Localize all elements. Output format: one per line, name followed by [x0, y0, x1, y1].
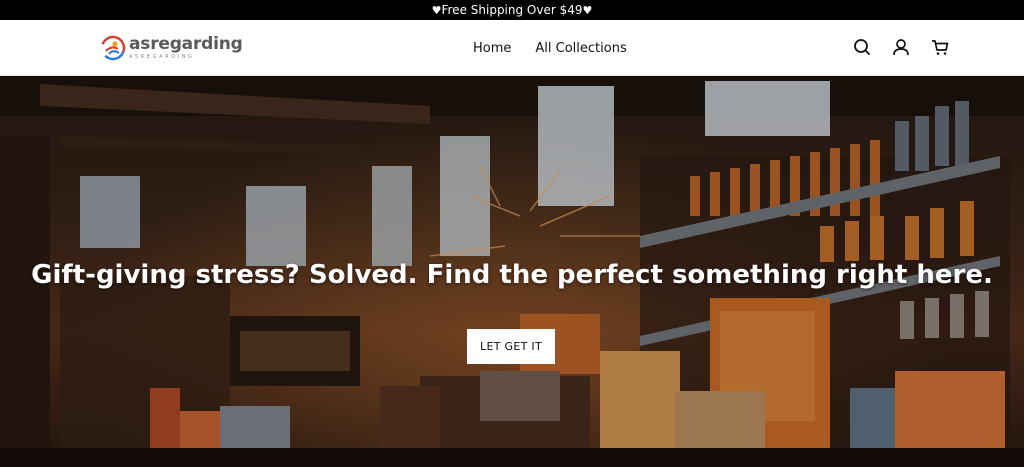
main-nav: Home All Collections	[473, 20, 651, 76]
announcement-text: Free Shipping Over $49	[441, 3, 583, 17]
hero-cta-button[interactable]: LET GET IT	[467, 329, 555, 364]
heart-icon: ♥	[582, 4, 593, 17]
search-icon[interactable]	[852, 37, 872, 57]
announcement-bar: ♥Free Shipping Over $49♥	[0, 0, 1024, 20]
site-header: asregarding ASREGARDING Home All Collect…	[0, 20, 1024, 76]
heart-icon: ♥	[431, 4, 442, 17]
hero-banner: Gift-giving stress? Solved. Find the per…	[0, 76, 1024, 467]
cart-icon[interactable]	[930, 37, 950, 57]
logo-mark-icon	[100, 35, 126, 61]
hero-headline: Gift-giving stress? Solved. Find the per…	[31, 260, 993, 290]
header-icons	[852, 37, 969, 57]
logo-text: asregarding	[129, 34, 243, 54]
nav-home[interactable]: Home	[473, 41, 511, 56]
logo[interactable]: asregarding ASREGARDING	[100, 32, 250, 64]
logo-subtext: ASREGARDING	[129, 54, 195, 60]
nav-all-collections[interactable]: All Collections	[535, 41, 626, 56]
account-icon[interactable]	[891, 37, 911, 57]
